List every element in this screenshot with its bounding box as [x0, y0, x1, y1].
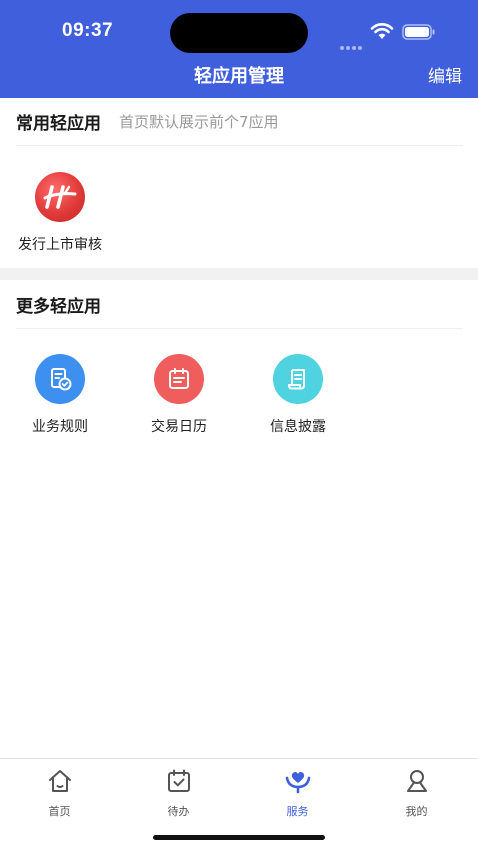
app-label: 发行上市审核 — [18, 237, 102, 253]
edit-button[interactable]: 编辑 — [428, 62, 462, 87]
top-bar: 09:37 轻应用管理 编辑 — [0, 0, 478, 98]
status-time: 09:37 — [62, 20, 114, 41]
app-label: 业务规则 — [32, 419, 88, 435]
document-check-icon — [35, 354, 85, 404]
more-apps-title: 更多轻应用 — [16, 297, 101, 317]
dynamic-island — [170, 13, 308, 53]
tab-todo[interactable]: 待办 — [119, 767, 238, 819]
section-divider — [0, 268, 478, 280]
calendar-icon — [154, 354, 204, 404]
common-apps-title: 常用轻应用 — [16, 114, 101, 134]
todo-calendar-icon — [167, 769, 190, 792]
home-icon — [48, 770, 71, 792]
person-icon — [406, 770, 427, 792]
app-label: 交易日历 — [151, 419, 207, 435]
tab-label: 首页 — [48, 805, 71, 818]
home-indicator[interactable] — [153, 835, 325, 840]
more-apps-header: 更多轻应用 — [16, 281, 463, 329]
app-business-rules[interactable]: 业务规则 — [10, 354, 110, 436]
app-issuance-review[interactable]: 发行上市审核 — [10, 172, 110, 254]
common-apps-header: 常用轻应用 首页默认展示前个7应用 — [16, 98, 463, 146]
cellular-signal-icon — [340, 35, 364, 50]
tab-services[interactable]: 服务 — [238, 767, 357, 819]
scroll-document-icon — [273, 354, 323, 404]
app-label: 信息披露 — [270, 419, 326, 435]
issuance-review-logo-icon — [35, 172, 85, 222]
tab-label: 我的 — [405, 805, 428, 818]
tab-home[interactable]: 首页 — [0, 767, 119, 819]
battery-icon — [402, 24, 435, 40]
app-info-disclosure[interactable]: 信息披露 — [248, 354, 348, 436]
tab-mine[interactable]: 我的 — [357, 767, 476, 819]
tab-label: 服务 — [286, 805, 309, 818]
service-heart-icon — [285, 772, 310, 794]
app-screen: 09:37 轻应用管理 编辑 常用轻应用 首页默认展示前个7应用 发行上市审核 … — [0, 0, 478, 850]
common-apps-hint: 首页默认展示前个7应用 — [119, 113, 279, 131]
wifi-icon — [370, 23, 394, 39]
app-trading-calendar[interactable]: 交易日历 — [129, 354, 229, 436]
tab-label: 待办 — [167, 805, 190, 818]
page-title: 轻应用管理 — [194, 66, 284, 87]
